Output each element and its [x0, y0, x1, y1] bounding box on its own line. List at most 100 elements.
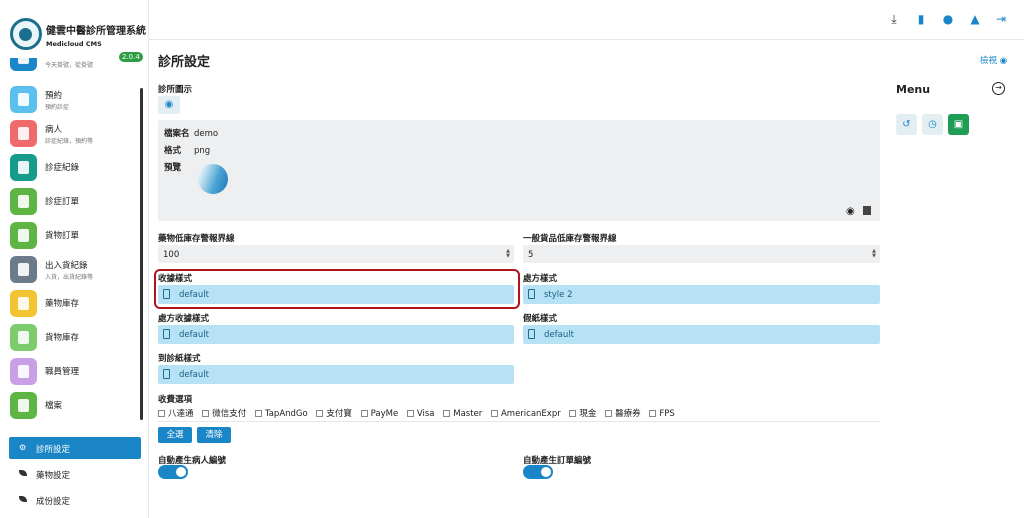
attendance-style-select[interactable]: default [158, 365, 514, 384]
view-link-label: 檢視 [980, 56, 998, 66]
sidebar-item-stock-records[interactable]: 出入貨紀錄 入貨，出貨紀錄等 [10, 256, 138, 286]
page-title: 診所設定 [158, 55, 211, 70]
download-icon[interactable]: ⤓ [887, 12, 901, 26]
payment-option[interactable]: Master [443, 409, 482, 419]
top-bar: ⤓ ▮ ● ▲ ⇥ [149, 0, 1024, 40]
checkbox[interactable] [202, 410, 210, 417]
save-icon[interactable]: ▣ [948, 114, 969, 135]
file-name-label: 檔案名 [164, 129, 190, 139]
sidebar-item-patients[interactable]: 病人 診症紀錄，預約等 [10, 120, 138, 150]
sidebar-item-appointment[interactable]: 預約 預約診症 [10, 86, 138, 116]
payment-option[interactable]: TapAndGo [254, 409, 308, 419]
gears-icon: ⚙ [19, 443, 27, 452]
view-link[interactable]: 檢視 ◉ [980, 54, 1007, 66]
arrow-right-icon[interactable]: → [992, 82, 1005, 95]
payment-option-label: PayMe [370, 409, 399, 419]
sidebar-item-staff[interactable]: 職員管理 [10, 358, 138, 388]
select-all-button[interactable]: 全選 [158, 427, 192, 443]
checkbox[interactable] [569, 410, 577, 417]
payment-option[interactable]: 醫療券 [605, 407, 641, 419]
user-icon[interactable]: ● [941, 12, 955, 26]
clipboard-icon[interactable]: ▮ [914, 12, 928, 26]
checkbox[interactable] [406, 410, 414, 417]
payment-options-list: 八達通 微信支付 TapAndGo 支付寶 PayMe Visa Master … [158, 407, 878, 419]
sidebar-item-medicine-stock[interactable]: 藥物庫存 [10, 290, 138, 320]
checkbox[interactable] [158, 410, 165, 417]
toggle-logo-visibility-button[interactable]: ◉ [158, 96, 180, 114]
sidebar-item-sub: 診症紀錄，預約等 [45, 138, 94, 145]
checkbox[interactable] [490, 410, 498, 417]
clinic-logo [10, 18, 42, 50]
sidebar-menu: 今天掛號，從掛號 預約 預約診症 病人 診症紀錄，預約等 診症紀錄 診症訂單 貨… [0, 58, 140, 422]
undo-icon[interactable]: ↺ [896, 114, 917, 135]
sidebar-item-label: 成份設定 [36, 497, 71, 507]
file-format-label: 格式 [164, 146, 182, 156]
attendance-style-value: default [179, 370, 209, 380]
sidebar-item-goods-stock[interactable]: 貨物庫存 [10, 324, 138, 354]
auto-order-number-toggle[interactable] [523, 465, 553, 479]
clear-button[interactable]: 清除 [197, 427, 231, 443]
checkbox[interactable] [360, 410, 368, 417]
auto-patient-number-toggle[interactable] [158, 465, 188, 479]
sidebar-item-goods-orders[interactable]: 貨物訂單 [10, 222, 138, 252]
payment-option-label: 醫療券 [615, 409, 641, 419]
sidebar-item-consultation-records[interactable]: 診症紀錄 [10, 154, 138, 184]
sidebar-item-registration[interactable]: 今天掛號，從掛號 [10, 58, 138, 74]
bed-icon [10, 120, 37, 147]
checkbox[interactable] [443, 410, 451, 417]
trash-icon[interactable] [863, 206, 871, 215]
app-subtitle: Medicloud CMS [46, 40, 102, 48]
payment-option[interactable]: Visa [406, 409, 435, 419]
checkbox[interactable] [605, 410, 613, 417]
checkbox[interactable] [649, 410, 657, 417]
document-icon [10, 188, 37, 215]
prescription-receipt-style-select[interactable]: default [158, 325, 514, 344]
logo-section-label: 診所圖示 [158, 85, 193, 95]
checkbox[interactable] [316, 410, 324, 417]
eye-icon: ◉ [164, 99, 174, 110]
stepper-icon[interactable]: ▲ ▼ [506, 249, 510, 259]
payment-option[interactable]: 支付寶 [316, 407, 352, 419]
calendar-icon [10, 86, 37, 113]
sidebar-item-sub: 今天掛號，從掛號 [45, 62, 94, 69]
eye-icon[interactable]: ◉ [846, 206, 855, 217]
registration-icon [10, 58, 37, 71]
sidebar-item-clinic-settings[interactable]: ⚙ 診所設定 [9, 437, 141, 459]
sidebar-item-label: 診症紀錄 [45, 163, 80, 173]
payment-option[interactable]: AmericanExpr [490, 409, 561, 419]
checkbox[interactable] [254, 410, 262, 417]
payment-option-label: Visa [416, 409, 435, 419]
sidebar-item-ingredient-settings[interactable]: 成份設定 [9, 489, 141, 511]
prescription-receipt-style-value: default [179, 330, 209, 340]
leave-style-select[interactable]: default [523, 325, 880, 344]
sidebar-scrollbar[interactable] [140, 88, 143, 420]
receipt-style-select[interactable]: default [158, 285, 514, 304]
sidebar-item-consultation-orders[interactable]: 診症訂單 [10, 188, 138, 218]
sidebar-item-medicine-settings[interactable]: 藥物設定 [9, 463, 141, 485]
sidebar-item-sub: 入貨，出貨紀錄等 [45, 274, 94, 281]
logout-icon[interactable]: ⇥ [994, 12, 1008, 26]
medicine-alert-label: 藥物低庫存警報界線 [158, 234, 235, 244]
leave-style-value: default [544, 330, 574, 340]
payment-option[interactable]: PayMe [360, 409, 399, 419]
sidebar-item-label: 出入貨紀錄 [45, 261, 88, 271]
general-alert-input[interactable]: 5 ▲ ▼ [523, 245, 880, 263]
payment-option[interactable]: 八達通 [158, 407, 194, 419]
medicine-alert-input[interactable]: 100 ▲ ▼ [158, 245, 514, 263]
document-icon [163, 329, 170, 339]
sidebar-item-files[interactable]: 檔案 [10, 392, 138, 422]
payment-option[interactable]: FPS [649, 409, 675, 419]
payment-option-label: 支付寶 [326, 409, 352, 419]
stepper-icon[interactable]: ▲ ▼ [872, 249, 876, 259]
medicine-alert-value: 100 [163, 250, 180, 260]
prescription-style-select[interactable]: style 2 [523, 285, 880, 304]
history-icon[interactable]: ◷ [922, 114, 943, 135]
payment-option[interactable]: 微信支付 [202, 407, 246, 419]
bell-icon[interactable]: ▲ [968, 12, 982, 26]
prescription-receipt-style-label: 處方收據樣式 [158, 314, 210, 324]
payment-option[interactable]: 現金 [569, 407, 596, 419]
payment-option-label: 現金 [579, 409, 597, 419]
payment-option-label: FPS [659, 409, 675, 419]
preview-label: 預覽 [164, 163, 182, 173]
stethoscope-icon [10, 154, 37, 181]
